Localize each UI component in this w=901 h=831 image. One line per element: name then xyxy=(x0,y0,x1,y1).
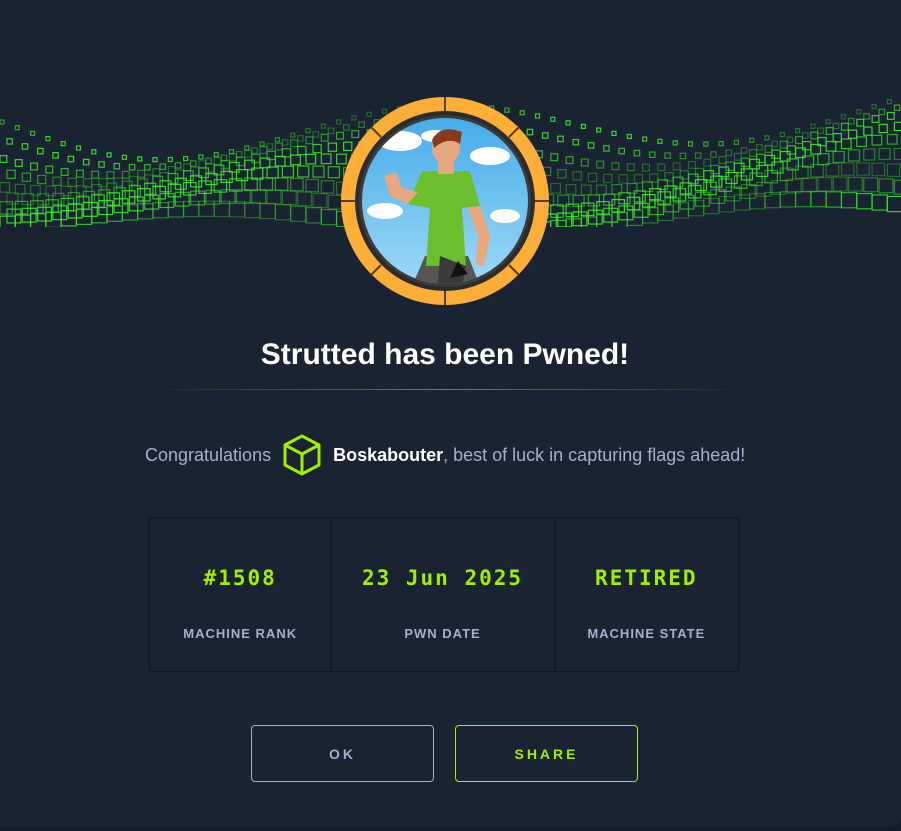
stat-value: RETIRED xyxy=(595,566,698,590)
stats-panel: #1508 MACHINE RANK 23 Jun 2025 PWN DATE … xyxy=(149,517,739,672)
dialog-title: Strutted has been Pwned! xyxy=(260,338,630,371)
stat-value: 23 Jun 2025 xyxy=(361,566,524,590)
congrats-message: Congratulations Boskabouter , best of lu… xyxy=(145,430,745,480)
username-link[interactable]: Boskabouter xyxy=(333,445,443,466)
cube-icon xyxy=(283,434,321,476)
stat-label: PWN DATE xyxy=(404,626,481,641)
ok-button[interactable]: OK xyxy=(251,725,434,782)
stat-value: #1508 xyxy=(203,566,277,590)
title-divider xyxy=(145,389,750,390)
share-button[interactable]: SHARE xyxy=(455,725,638,782)
machine-avatar xyxy=(340,96,550,306)
congrats-suffix: , best of luck in capturing flags ahead! xyxy=(443,444,746,465)
pwned-dialog: Strutted has been Pwned! Congratulations… xyxy=(0,0,901,826)
stat-machine-state: RETIRED MACHINE STATE xyxy=(555,518,738,671)
stat-machine-rank: #1508 MACHINE RANK xyxy=(150,518,332,671)
stat-label: MACHINE STATE xyxy=(587,626,706,641)
congrats-prefix: Congratulations xyxy=(145,444,272,465)
stat-pwn-date: 23 Jun 2025 PWN DATE xyxy=(331,518,555,671)
stat-label: MACHINE RANK xyxy=(183,626,298,641)
